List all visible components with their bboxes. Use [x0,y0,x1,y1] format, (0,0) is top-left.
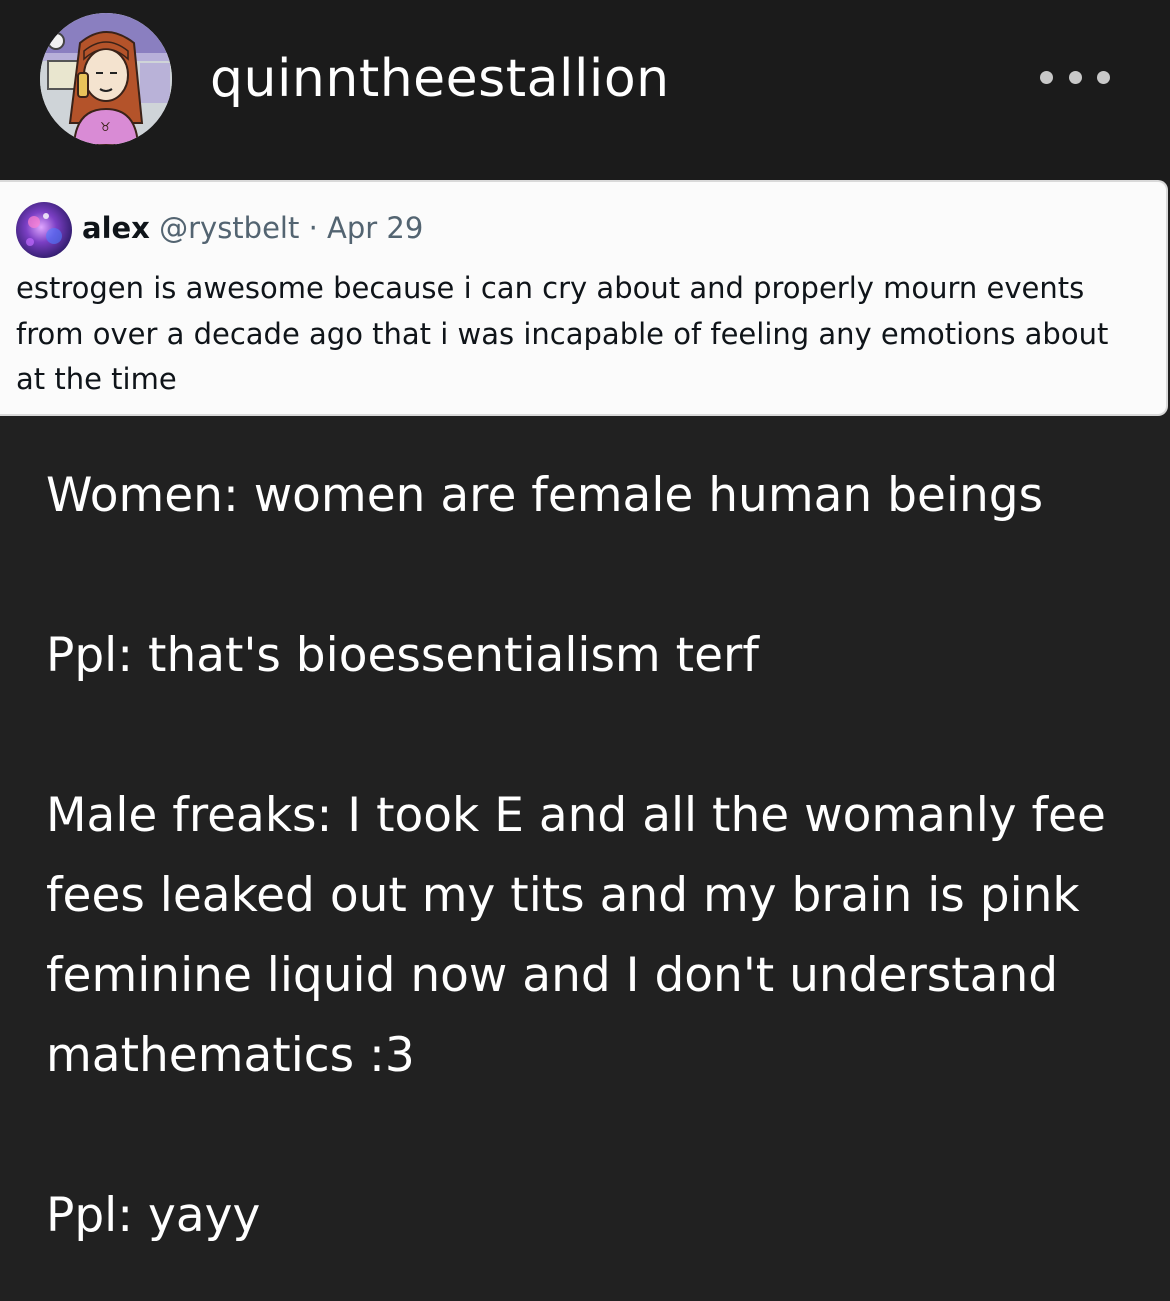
user-avatar[interactable]: ♉ [40,13,172,145]
post-paragraph: Women: women are female human beings [46,468,1044,523]
post-body: Women: women are female human beings Ppl… [46,456,1146,1256]
post-username[interactable]: quinntheestallion [210,44,670,114]
quoted-tweet-card[interactable]: alex @rystbelt · Apr 29 estrogen is awes… [0,180,1168,416]
post-paragraph: Ppl: yayy [46,1188,261,1243]
post-paragraph: Ppl: that's bioessentialism terf [46,628,759,683]
galaxy-avatar-icon [16,202,72,258]
more-dot [1068,70,1082,84]
post-header: ♉ quinntheestallion [0,0,1170,180]
svg-text:♉: ♉ [100,120,111,134]
quoted-tweet-text: estrogen is awesome because i can cry ab… [16,271,1109,396]
quoted-tweet-header: alex @rystbelt · Apr 29 [82,204,423,252]
quoted-date[interactable]: Apr 29 [327,211,423,245]
more-dot [1097,70,1110,84]
cartoon-woman-avatar-icon: ♉ [40,13,172,145]
quoted-user-avatar[interactable] [16,202,72,258]
post-paragraph: Male freaks: I took E and all the womanl… [46,788,1106,1083]
quoted-handle[interactable]: @rystbelt [159,211,299,245]
more-options-icon[interactable] [1040,62,1110,92]
more-dot [1040,70,1053,84]
quoted-display-name[interactable]: alex [82,211,150,245]
meta-separator: · [308,211,318,245]
